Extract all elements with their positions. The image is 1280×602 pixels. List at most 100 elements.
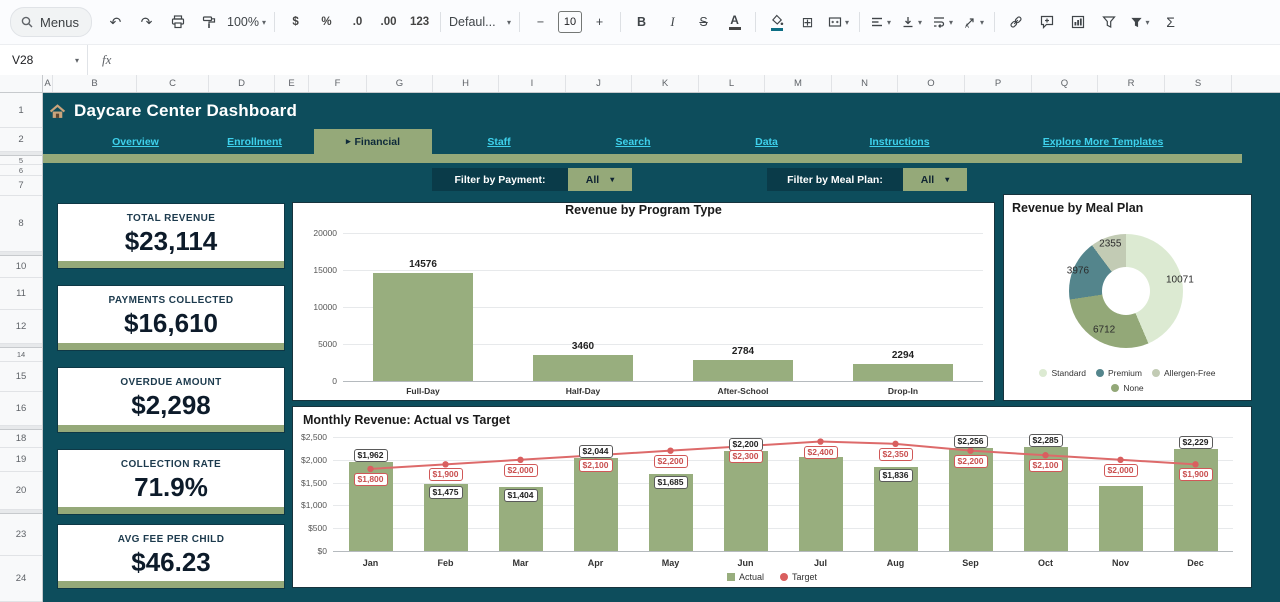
target-label: $2,100: [1029, 459, 1063, 472]
increase-decimal-button[interactable]: .00: [373, 9, 404, 35]
column-header-M[interactable]: M: [765, 75, 832, 92]
select-all-corner[interactable]: [0, 75, 43, 92]
column-header-K[interactable]: K: [632, 75, 699, 92]
formula-input[interactable]: [121, 45, 1280, 75]
column-header-N[interactable]: N: [832, 75, 898, 92]
paint-format-button[interactable]: [193, 9, 224, 35]
bar-value-label: 14576: [409, 259, 437, 270]
functions-button[interactable]: Σ: [1155, 9, 1186, 35]
dropdown-arrow-icon: ▾: [887, 18, 891, 27]
row-header-6[interactable]: 6: [0, 165, 42, 176]
filter-views-button[interactable]: ▾: [1124, 9, 1155, 35]
italic-button[interactable]: I: [657, 9, 688, 35]
text-color-button[interactable]: A: [719, 9, 750, 35]
decrease-font-size-button[interactable]: −: [525, 9, 556, 35]
bar-drop-in[interactable]: [853, 364, 953, 381]
currency-format-button[interactable]: $: [280, 9, 311, 35]
column-header-I[interactable]: I: [499, 75, 566, 92]
font-size-input[interactable]: 10: [558, 11, 582, 33]
column-header-B[interactable]: B: [53, 75, 137, 92]
column-header-P[interactable]: P: [965, 75, 1032, 92]
insert-chart-button[interactable]: [1062, 9, 1093, 35]
paint-roller-icon: [202, 15, 216, 29]
column-header-D[interactable]: D: [209, 75, 275, 92]
strikethrough-button[interactable]: S: [688, 9, 719, 35]
bar-nov[interactable]: [1099, 486, 1143, 551]
bar-after-school[interactable]: [693, 360, 793, 381]
bar-half-day[interactable]: [533, 355, 633, 381]
bar-dec[interactable]: [1174, 449, 1218, 551]
tab-enrollment[interactable]: Enrollment: [195, 129, 314, 154]
filter-dropdown-filter-by-meal-plan[interactable]: All▾: [903, 168, 967, 191]
tab-data[interactable]: Data: [700, 129, 833, 154]
tab-instructions[interactable]: Instructions: [833, 129, 966, 154]
print-button[interactable]: [162, 9, 193, 35]
column-header-S[interactable]: S: [1165, 75, 1232, 92]
create-filter-button[interactable]: [1093, 9, 1124, 35]
fill-color-button[interactable]: [761, 9, 792, 35]
row-header-1[interactable]: 1: [0, 93, 42, 128]
row-header-20[interactable]: 20: [0, 472, 42, 510]
target-label: $1,900: [429, 468, 463, 481]
column-header-G[interactable]: G: [367, 75, 433, 92]
gridline: [333, 551, 1233, 552]
percent-format-button[interactable]: %: [311, 9, 342, 35]
row-header-7[interactable]: 7: [0, 176, 42, 196]
merge-cells-button[interactable]: ▾: [823, 9, 854, 35]
increase-font-size-button[interactable]: +: [584, 9, 615, 35]
row-header-5[interactable]: 5: [0, 156, 42, 165]
column-header-J[interactable]: J: [566, 75, 632, 92]
tab-search[interactable]: Search: [566, 129, 700, 154]
y-axis-label: 10000: [293, 302, 337, 312]
menus-button[interactable]: Menus: [10, 7, 92, 37]
row-header-16[interactable]: 16: [0, 392, 42, 426]
filter-dropdown-filter-by-payment[interactable]: All▾: [568, 168, 632, 191]
column-header-F[interactable]: F: [309, 75, 367, 92]
column-header-C[interactable]: C: [137, 75, 209, 92]
tab-staff[interactable]: Staff: [432, 129, 566, 154]
zoom-select[interactable]: 100%▾: [224, 9, 269, 35]
borders-button[interactable]: ⊞: [792, 9, 823, 35]
column-header-A[interactable]: A: [43, 75, 53, 92]
column-header-L[interactable]: L: [699, 75, 765, 92]
text-rotation-button[interactable]: A ▾: [958, 9, 989, 35]
text-wrap-button[interactable]: ▾: [927, 9, 958, 35]
row-header-15[interactable]: 15: [0, 362, 42, 392]
redo-button[interactable]: ↷: [131, 9, 162, 35]
column-header-Q[interactable]: Q: [1032, 75, 1098, 92]
more-formats-button[interactable]: 123: [404, 9, 435, 35]
font-select[interactable]: Defaul...▾: [446, 9, 514, 35]
tab-financial[interactable]: ▸Financial: [314, 129, 432, 154]
dashboard-nav: OverviewEnrollment▸FinancialStaffSearchD…: [76, 129, 1240, 154]
legend-swatch: [727, 573, 735, 581]
column-header-R[interactable]: R: [1098, 75, 1165, 92]
insert-comment-button[interactable]: [1031, 9, 1062, 35]
horizontal-align-button[interactable]: ▾: [865, 9, 896, 35]
gridline: [333, 437, 1233, 438]
column-header-E[interactable]: E: [275, 75, 309, 92]
bar-full-day[interactable]: [373, 273, 473, 381]
row-header-12[interactable]: 12: [0, 310, 42, 344]
decrease-decimal-button[interactable]: .0: [342, 9, 373, 35]
gridline: [333, 460, 1233, 461]
insert-link-button[interactable]: [1000, 9, 1031, 35]
undo-button[interactable]: ↶: [100, 9, 131, 35]
row-header-11[interactable]: 11: [0, 278, 42, 310]
row-header-23[interactable]: 23: [0, 514, 42, 556]
row-header-2[interactable]: 2: [0, 128, 42, 152]
row-header-10[interactable]: 10: [0, 256, 42, 278]
vertical-align-button[interactable]: ▾: [896, 9, 927, 35]
bar-jun[interactable]: [724, 451, 768, 551]
tab-explore-more-templates[interactable]: Explore More Templates: [966, 129, 1240, 154]
row-header-14[interactable]: 14: [0, 348, 42, 362]
name-box[interactable]: V28 ▾: [0, 45, 88, 75]
row-header-24[interactable]: 24: [0, 556, 42, 602]
column-header-O[interactable]: O: [898, 75, 965, 92]
bar-jul[interactable]: [799, 457, 843, 551]
column-header-H[interactable]: H: [433, 75, 499, 92]
tab-overview[interactable]: Overview: [76, 129, 195, 154]
row-header-18[interactable]: 18: [0, 430, 42, 448]
row-header-19[interactable]: 19: [0, 448, 42, 472]
row-header-8[interactable]: 8: [0, 196, 42, 252]
bold-button[interactable]: B: [626, 9, 657, 35]
